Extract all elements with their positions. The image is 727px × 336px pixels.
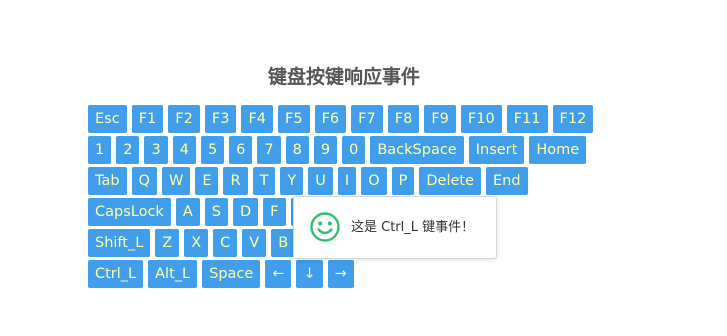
key-f3[interactable]: F3 xyxy=(204,105,237,133)
key-z[interactable]: Z xyxy=(155,229,180,257)
key-down-arrow[interactable]: ↓ xyxy=(296,260,323,288)
keyboard-row: Ctrl_L Alt_L Space ← ↓ → xyxy=(88,260,598,288)
key-capslock[interactable]: CapsLock xyxy=(88,198,171,226)
key-f2[interactable]: F2 xyxy=(168,105,200,133)
toast-message: 这是 Ctrl_L 键事件！ xyxy=(293,196,497,259)
key-right-arrow[interactable]: → xyxy=(327,260,354,288)
key-ctrl-l[interactable]: Ctrl_L xyxy=(88,260,144,288)
key-f11[interactable]: F11 xyxy=(506,105,548,133)
key-c[interactable]: C xyxy=(213,229,238,257)
key-e[interactable]: E xyxy=(195,167,219,195)
key-backspace[interactable]: BackSpace xyxy=(370,136,464,164)
toast-text: 这是 Ctrl_L 键事件！ xyxy=(351,220,475,235)
key-q[interactable]: Q xyxy=(131,167,157,195)
key-2[interactable]: 2 xyxy=(116,136,140,164)
key-end[interactable]: End xyxy=(486,167,528,195)
key-t[interactable]: T xyxy=(252,167,276,195)
key-r[interactable]: R xyxy=(223,167,248,195)
key-o[interactable]: O xyxy=(361,167,387,195)
key-alt-l[interactable]: Alt_L xyxy=(148,260,198,288)
keyboard-row: 1 2 3 4 5 6 7 8 9 0 BackSpace Insert Home xyxy=(88,136,598,164)
key-f1[interactable]: F1 xyxy=(131,105,164,133)
key-tab[interactable]: Tab xyxy=(88,167,127,195)
key-f[interactable]: F xyxy=(263,198,286,226)
key-f7[interactable]: F7 xyxy=(351,105,383,133)
page-title: 键盘按键响应事件 xyxy=(267,66,420,88)
key-delete[interactable]: Delete xyxy=(419,167,482,195)
key-space[interactable]: Space xyxy=(202,260,261,288)
key-insert[interactable]: Insert xyxy=(468,136,525,164)
key-b[interactable]: B xyxy=(271,229,296,257)
key-0[interactable]: 0 xyxy=(342,136,366,164)
key-f5[interactable]: F5 xyxy=(278,105,310,133)
key-shift-l[interactable]: Shift_L xyxy=(88,229,151,257)
key-x[interactable]: X xyxy=(184,229,209,257)
key-u[interactable]: U xyxy=(308,167,333,195)
key-i[interactable]: I xyxy=(337,167,357,195)
key-8[interactable]: 8 xyxy=(285,136,309,164)
key-s[interactable]: S xyxy=(204,198,228,226)
key-9[interactable]: 9 xyxy=(313,136,338,164)
key-p[interactable]: P xyxy=(391,167,415,195)
key-f6[interactable]: F6 xyxy=(314,105,347,133)
keyboard-row: Esc F1 F2 F3 F4 F5 F6 F7 F8 F9 F10 F11 F12 xyxy=(88,105,598,133)
key-f12[interactable]: F12 xyxy=(552,105,594,133)
smile-icon xyxy=(310,212,340,242)
key-f10[interactable]: F10 xyxy=(460,105,502,133)
key-f4[interactable]: F4 xyxy=(241,105,274,133)
key-v[interactable]: V xyxy=(242,229,267,257)
key-f8[interactable]: F8 xyxy=(387,105,420,133)
key-a[interactable]: A xyxy=(175,198,200,226)
key-d[interactable]: D xyxy=(232,198,259,226)
keyboard-row: Tab Q W E R T Y U I O P Delete End xyxy=(88,167,598,195)
key-esc[interactable]: Esc xyxy=(88,105,127,133)
key-3[interactable]: 3 xyxy=(144,136,168,164)
key-w[interactable]: W xyxy=(161,167,191,195)
key-left-arrow[interactable]: ← xyxy=(265,260,292,288)
key-6[interactable]: 6 xyxy=(229,136,253,164)
key-home[interactable]: Home xyxy=(529,136,587,164)
key-5[interactable]: 5 xyxy=(200,136,225,164)
key-4[interactable]: 4 xyxy=(172,136,196,164)
key-7[interactable]: 7 xyxy=(257,136,281,164)
key-f9[interactable]: F9 xyxy=(424,105,456,133)
key-y[interactable]: Y xyxy=(280,167,304,195)
key-1[interactable]: 1 xyxy=(88,136,112,164)
